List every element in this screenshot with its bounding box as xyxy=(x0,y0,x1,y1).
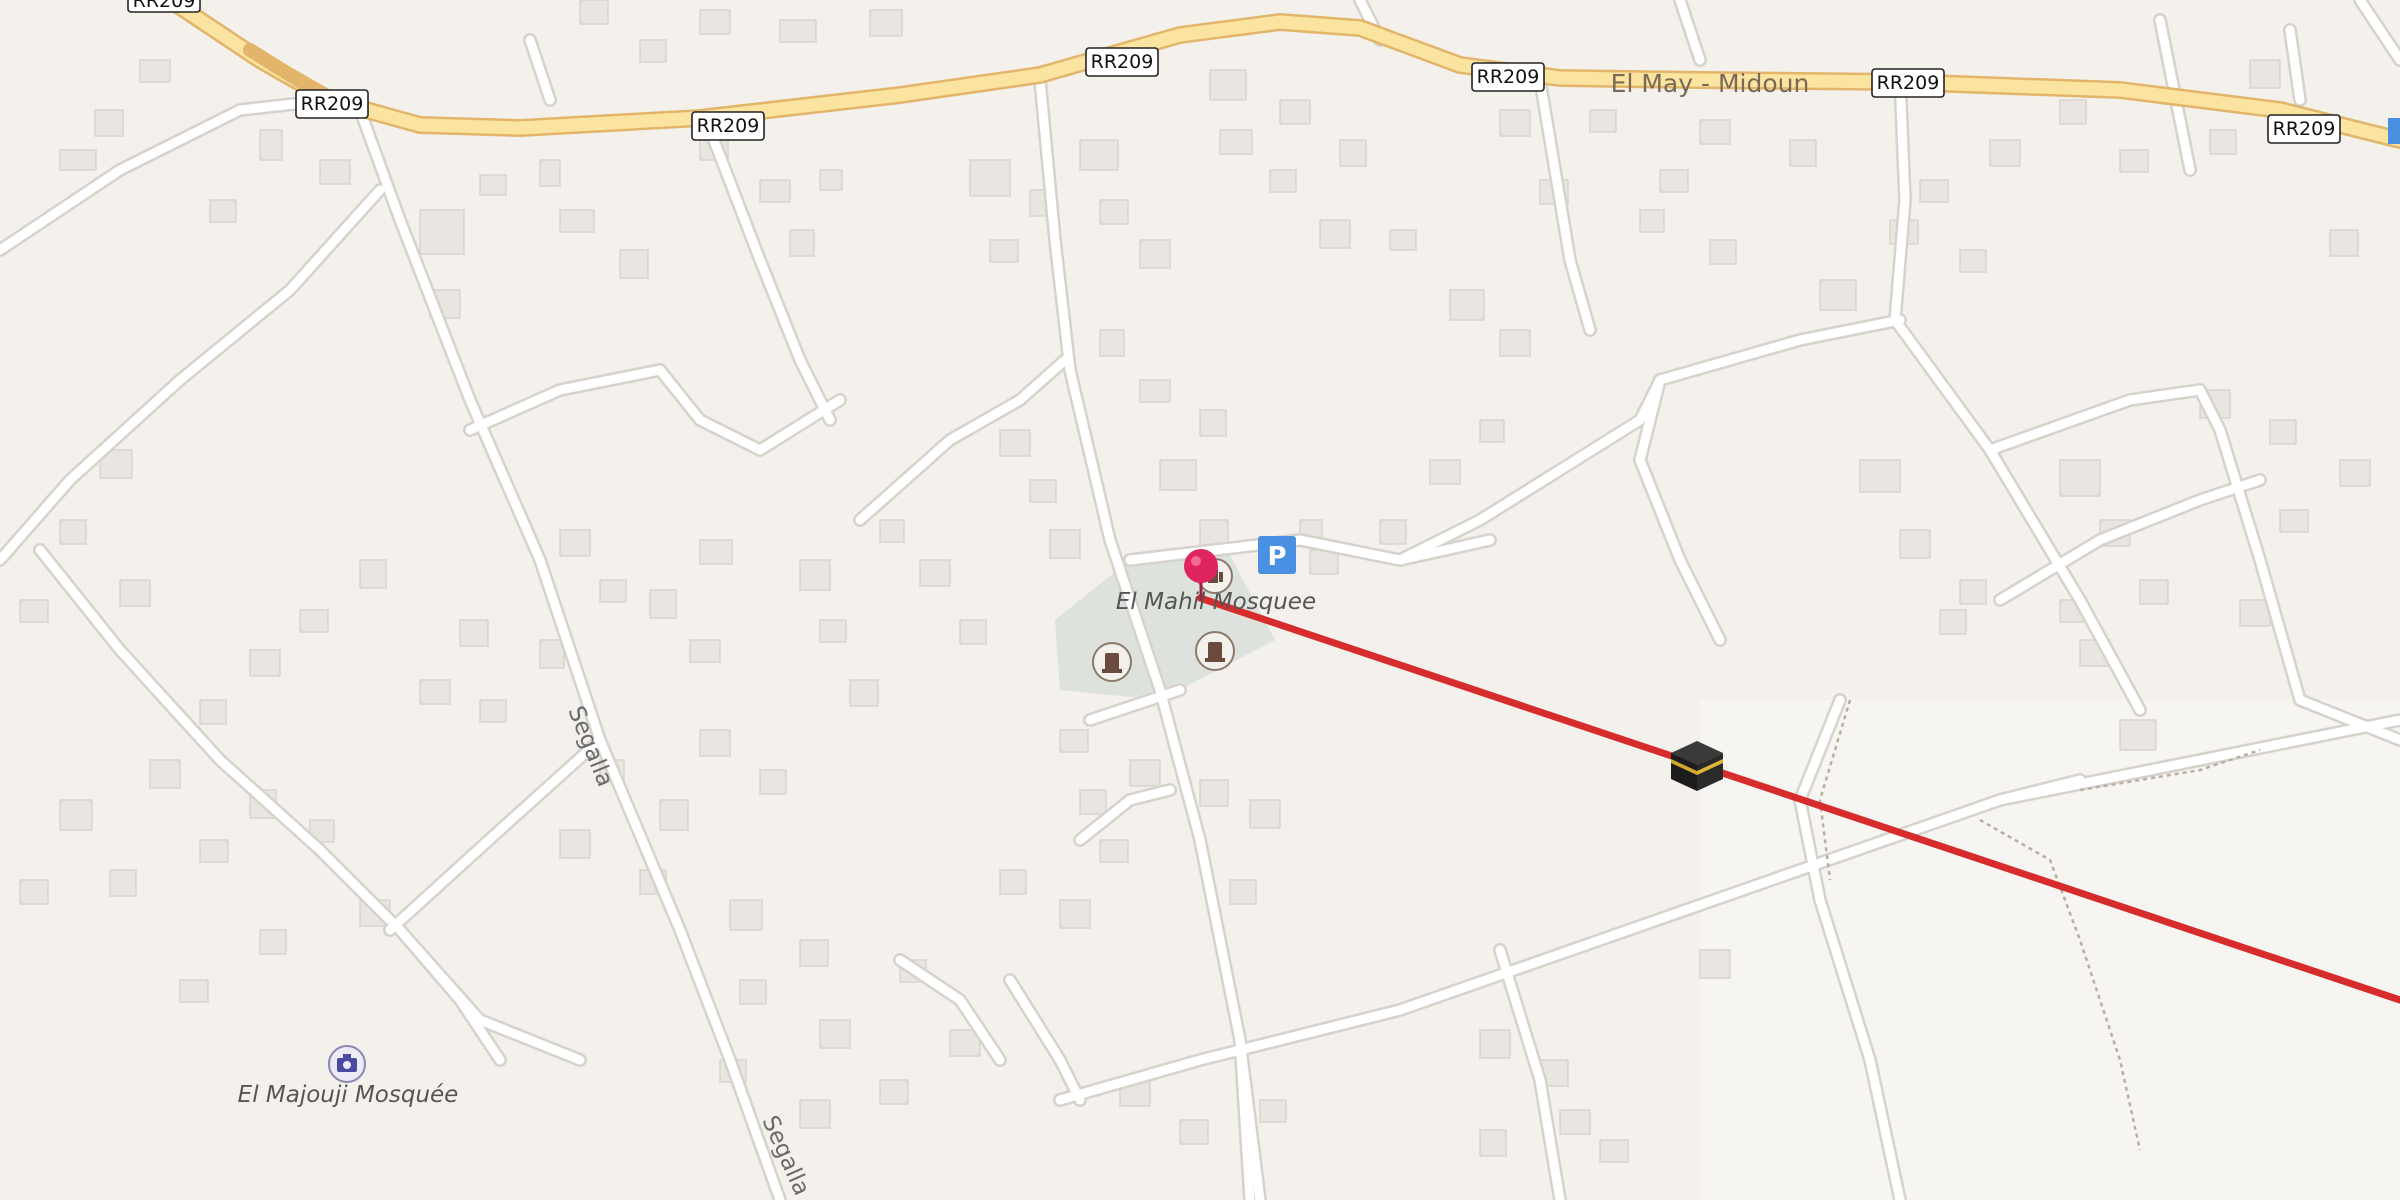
svg-text:RR209: RR209 xyxy=(697,115,760,137)
road-shield: RR209 xyxy=(127,0,201,13)
edge-marker xyxy=(2388,118,2400,144)
parking-icon[interactable]: P xyxy=(1258,536,1296,574)
map-canvas[interactable]: RR209 RR209 RR209 RR209 RR209 RR209 RR20… xyxy=(0,0,2400,1200)
road-shield: RR209 xyxy=(1471,62,1545,92)
svg-text:RR209: RR209 xyxy=(2273,118,2336,140)
svg-text:RR209: RR209 xyxy=(301,93,364,115)
cemetery-icon[interactable] xyxy=(1092,642,1132,682)
road-shield: RR209 xyxy=(295,89,369,119)
road-shield: RR209 xyxy=(1085,47,1159,77)
road-shield: RR209 xyxy=(1871,68,1945,98)
road-shield: RR209 xyxy=(2267,114,2341,144)
svg-text:RR209: RR209 xyxy=(1091,51,1154,73)
cemetery-icon[interactable] xyxy=(1195,631,1235,671)
svg-text:RR209: RR209 xyxy=(133,0,196,12)
svg-text:P: P xyxy=(1267,542,1286,572)
place-label-el-may-midoun: El May - Midoun xyxy=(1611,69,1810,98)
camera-icon[interactable] xyxy=(328,1045,366,1083)
road-shield: RR209 xyxy=(691,111,765,141)
svg-text:RR209: RR209 xyxy=(1877,72,1940,94)
svg-text:RR209: RR209 xyxy=(1477,66,1540,88)
poi-label-el-majouji-mosquee: El Majouji Mosquée xyxy=(238,1082,459,1108)
